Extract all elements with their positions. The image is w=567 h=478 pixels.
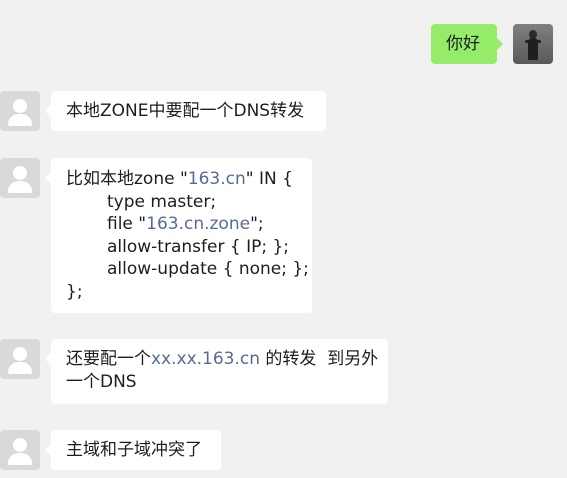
person-icon	[13, 438, 27, 452]
message-text: 还要配一个	[66, 349, 151, 369]
person-icon	[13, 99, 27, 113]
received-message-bubble[interactable]: 还要配一个xx.xx.163.cn 的转发 到另外 一个DNS	[45, 339, 388, 404]
message-text: 的转发 到另外	[260, 349, 379, 369]
message-link[interactable]: xx.xx.163.cn	[151, 349, 260, 369]
message-text: 一个DNS	[66, 371, 137, 392]
person-icon	[13, 166, 27, 180]
contact-avatar[interactable]	[0, 430, 40, 470]
code-line: type master;	[107, 191, 217, 212]
code-line: file "163.cn.zone";	[107, 214, 264, 234]
contact-avatar[interactable]	[0, 91, 40, 131]
code-line: 比如本地zone "163.cn" IN {	[66, 169, 293, 189]
message-text: 主域和子域冲突了	[66, 440, 202, 460]
message-link[interactable]: 163.cn	[188, 169, 246, 189]
user-avatar[interactable]	[513, 24, 553, 64]
code-line: allow-transfer { IP; };	[107, 236, 290, 257]
received-message-bubble[interactable]: 本地ZONE中要配一个DNS转发	[45, 91, 326, 131]
code-line: };	[66, 281, 83, 302]
received-message-bubble[interactable]: 比如本地zone "163.cn" IN { type master; file…	[45, 158, 312, 313]
sent-message-text: 你好	[446, 34, 480, 54]
person-icon	[13, 347, 27, 361]
code-line: allow-update { none; };	[107, 259, 309, 279]
message-text: 本地ZONE中要配一个DNS转发	[66, 101, 305, 121]
received-message-bubble[interactable]: 主域和子域冲突了	[45, 430, 221, 470]
message-link[interactable]: 163.cn.zone	[146, 214, 250, 234]
contact-avatar[interactable]	[0, 158, 40, 198]
sent-message-bubble[interactable]: 你好	[431, 24, 503, 64]
contact-avatar[interactable]	[0, 339, 40, 379]
